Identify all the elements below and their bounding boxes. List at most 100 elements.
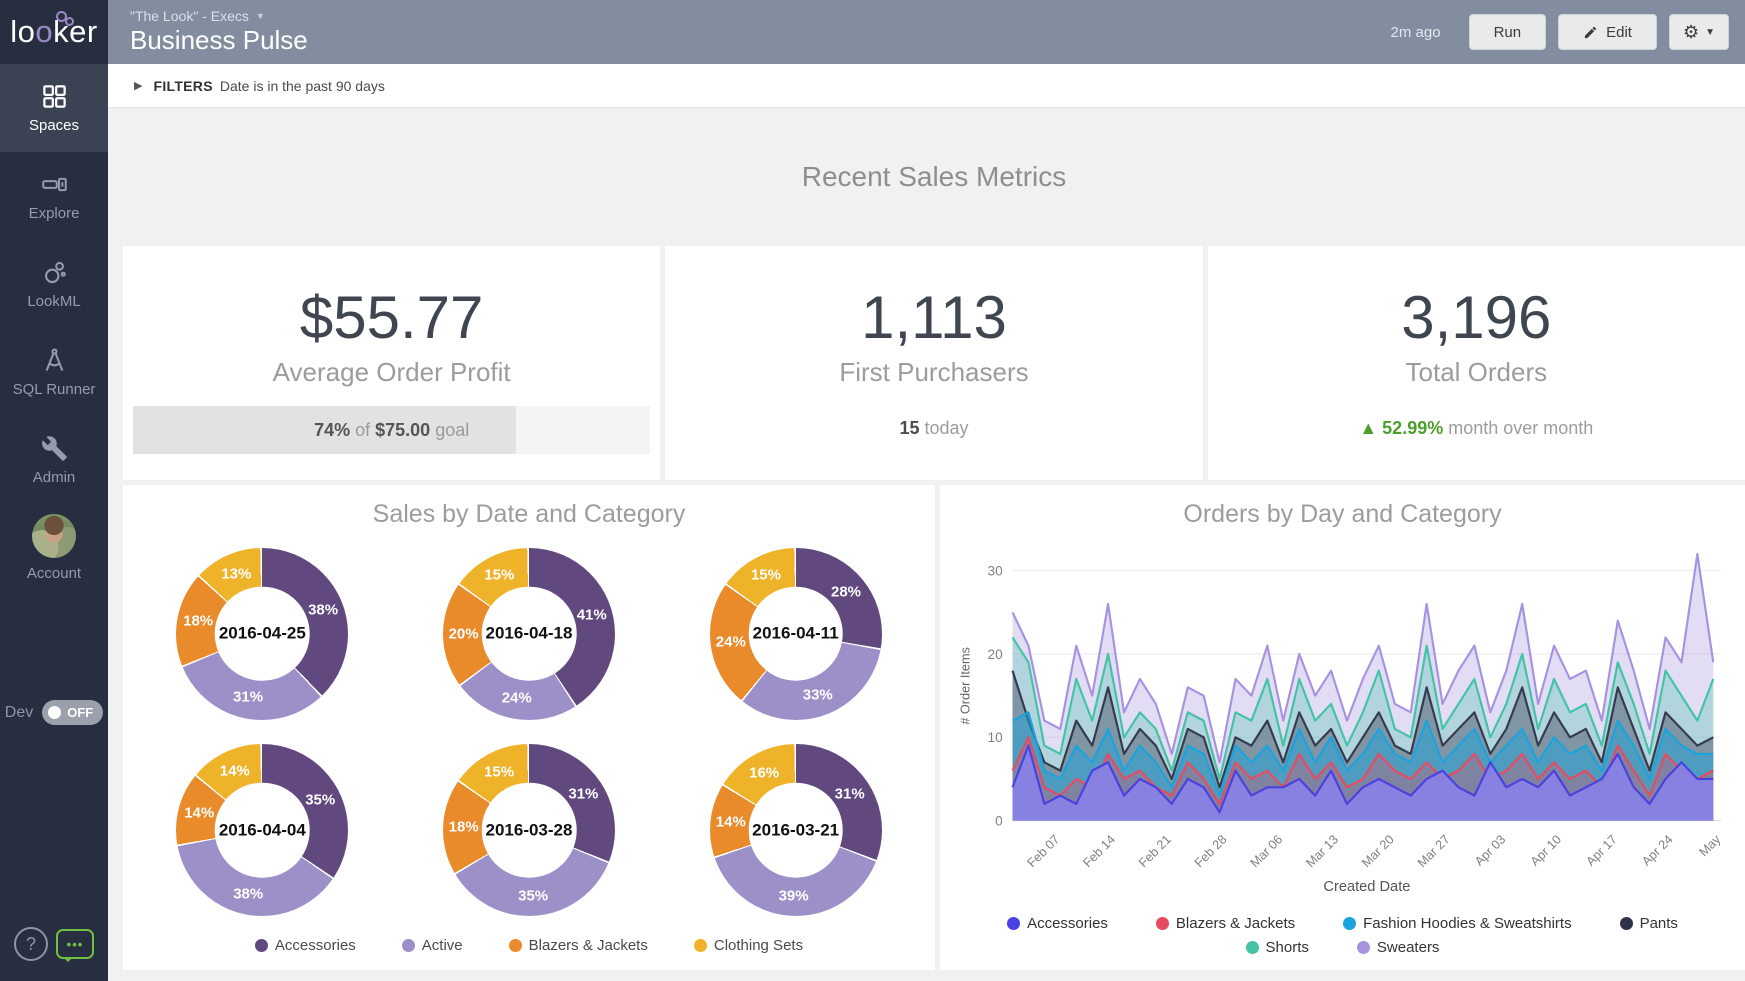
settings-menu-button[interactable]: ⚙ ▼ <box>1669 14 1729 50</box>
legend-item-pants: Pants <box>1620 915 1678 932</box>
sidebar-item-spaces[interactable]: Spaces <box>0 64 108 152</box>
legend-dot-icon <box>1246 941 1259 954</box>
svg-text:0: 0 <box>995 813 1003 828</box>
logo-bubble-icon <box>65 17 74 26</box>
svg-text:20: 20 <box>988 647 1004 662</box>
sidebar-item-label: Admin <box>33 469 76 486</box>
breadcrumb-label: "The Look" - Execs <box>130 8 249 24</box>
goal-suffix: goal <box>430 420 469 441</box>
legend-dot-icon <box>255 939 268 952</box>
donut-cell: 2016-04-0435%38%14%14% <box>134 736 390 924</box>
legend-dot-icon <box>694 939 707 952</box>
svg-text:Mar 13: Mar 13 <box>1303 832 1341 870</box>
donut-percent-label: 14% <box>716 814 746 831</box>
donut-legend: AccessoriesActiveBlazers & JacketsClothi… <box>123 933 935 970</box>
wrench-icon <box>41 435 68 462</box>
header-left: "The Look" - Execs ▼ Business Pulse <box>130 8 308 56</box>
donut-cell: 2016-03-2831%35%18%15% <box>401 736 657 924</box>
donut-2016-04-25[interactable]: 2016-04-2538%31%18%13% <box>176 548 348 720</box>
legend-dot-icon <box>1156 917 1169 930</box>
legend-label: Blazers & Jackets <box>529 937 648 954</box>
toggle-knob-icon <box>48 706 61 719</box>
legend-label: Clothing Sets <box>714 937 803 954</box>
donut-date-label: 2016-04-18 <box>486 624 573 644</box>
donut-percent-label: 41% <box>577 607 607 624</box>
metric-label: Total Orders <box>1406 357 1548 388</box>
sidebar-item-label: Explore <box>29 205 80 222</box>
legend-label: Sweaters <box>1377 939 1440 956</box>
donut-2016-04-18[interactable]: 2016-04-1841%24%20%15% <box>443 548 615 720</box>
today-count: 15 <box>899 418 919 438</box>
legend-label: Fashion Hoodies & Sweatshirts <box>1363 915 1571 932</box>
donut-hole: 2016-04-11 <box>748 586 843 681</box>
donut-percent-label: 15% <box>484 567 514 584</box>
donut-hole: 2016-03-28 <box>482 783 577 878</box>
dev-toggle[interactable]: OFF <box>42 700 103 725</box>
metric-subtext: ▲ 52.99% month over month <box>1359 418 1593 439</box>
lookml-icon <box>41 259 68 286</box>
sidebar-item-label: Account <box>27 565 81 582</box>
edit-button[interactable]: Edit <box>1558 14 1657 50</box>
donut-2016-04-11[interactable]: 2016-04-1128%33%24%15% <box>710 548 882 720</box>
flashlight-icon <box>41 171 68 198</box>
pencil-icon <box>1583 25 1598 40</box>
breadcrumb[interactable]: "The Look" - Execs ▼ <box>130 8 308 24</box>
header-actions: 2m ago Run Edit ⚙ ▼ <box>1391 14 1729 50</box>
legend-label: Shorts <box>1266 939 1309 956</box>
svg-text:Feb 07: Feb 07 <box>1025 832 1063 870</box>
goal-of: of <box>350 420 375 441</box>
donut-date-label: 2016-04-04 <box>219 820 306 840</box>
metric-label: First Purchasers <box>839 357 1028 388</box>
donut-hole: 2016-04-18 <box>482 586 577 681</box>
filters-bar[interactable]: ▶ FILTERS Date is in the past 90 days <box>108 64 1745 108</box>
donut-2016-03-21[interactable]: 2016-03-2131%39%14%16% <box>710 744 882 916</box>
app-root: looker Spaces Explore LookML SQL Runner Admi… <box>0 0 1745 981</box>
donut-hole: 2016-04-25 <box>215 586 310 681</box>
metric-card-total-orders[interactable]: 3,196 Total Orders ▲ 52.99% month over m… <box>1208 246 1745 480</box>
sidebar-item-sql-runner[interactable]: SQL Runner <box>0 328 108 416</box>
legend-item-blazers-jackets: Blazers & Jackets <box>509 937 648 954</box>
donut-2016-03-28[interactable]: 2016-03-2831%35%18%15% <box>443 744 615 916</box>
svg-text:May: May <box>1697 832 1724 859</box>
sidebar-item-account[interactable]: Account <box>0 504 108 592</box>
orders-area-chart[interactable]: 0102030Feb 07Feb 14Feb 21Feb 28Mar 06Mar… <box>940 529 1745 913</box>
sidebar-item-lookml[interactable]: LookML <box>0 240 108 328</box>
sidebar-item-explore[interactable]: Explore <box>0 152 108 240</box>
orders-by-day-category-tile: Orders by Day and Category 0102030Feb 07… <box>940 485 1745 970</box>
run-button[interactable]: Run <box>1469 14 1547 50</box>
metric-card-first-purchasers[interactable]: 1,113 First Purchasers 15 today <box>665 246 1202 480</box>
run-button-label: Run <box>1494 24 1522 41</box>
metric-card-average-order-profit[interactable]: $55.77 Average Order Profit 74% of $75.0… <box>123 246 660 480</box>
looker-logo[interactable]: looker <box>0 0 108 64</box>
gear-icon: ⚙ <box>1683 22 1699 43</box>
legend-label: Active <box>422 937 463 954</box>
donut-2016-04-04[interactable]: 2016-04-0435%38%14%14% <box>176 744 348 916</box>
donut-percent-label: 31% <box>835 785 865 802</box>
svg-text:Created Date: Created Date <box>1323 879 1410 895</box>
sidebar-item-admin[interactable]: Admin <box>0 416 108 504</box>
last-run-timestamp: 2m ago <box>1391 24 1441 41</box>
donut-percent-label: 38% <box>308 601 338 618</box>
help-icon[interactable]: ? <box>14 927 48 961</box>
text-tile-title: Recent Sales Metrics <box>123 108 1745 246</box>
legend-item-sweaters: Sweaters <box>1357 939 1440 956</box>
legend-dot-icon <box>1007 917 1020 930</box>
svg-text:Feb 28: Feb 28 <box>1192 832 1230 870</box>
sidebar-item-label: SQL Runner <box>13 381 96 398</box>
mom-pct: 52.99% <box>1382 418 1443 438</box>
svg-text:30: 30 <box>988 564 1004 579</box>
svg-text:Feb 14: Feb 14 <box>1080 832 1118 870</box>
goal-progress-bar: 74% of $75.00 goal <box>133 406 650 454</box>
donut-percent-label: 16% <box>749 765 779 782</box>
donut-hole: 2016-03-21 <box>748 783 843 878</box>
donut-percent-label: 14% <box>184 805 214 822</box>
metric-value: 3,196 <box>1401 288 1551 348</box>
svg-text:Mar 20: Mar 20 <box>1359 832 1397 870</box>
logo-text: lo <box>10 14 35 50</box>
chat-dots-icon: ••• <box>67 937 84 952</box>
donut-percent-label: 15% <box>751 567 781 584</box>
chat-icon[interactable]: ••• <box>56 929 94 959</box>
sidebar-item-label: LookML <box>27 293 80 310</box>
metric-label: Average Order Profit <box>273 357 511 388</box>
legend-label: Blazers & Jackets <box>1176 915 1295 932</box>
